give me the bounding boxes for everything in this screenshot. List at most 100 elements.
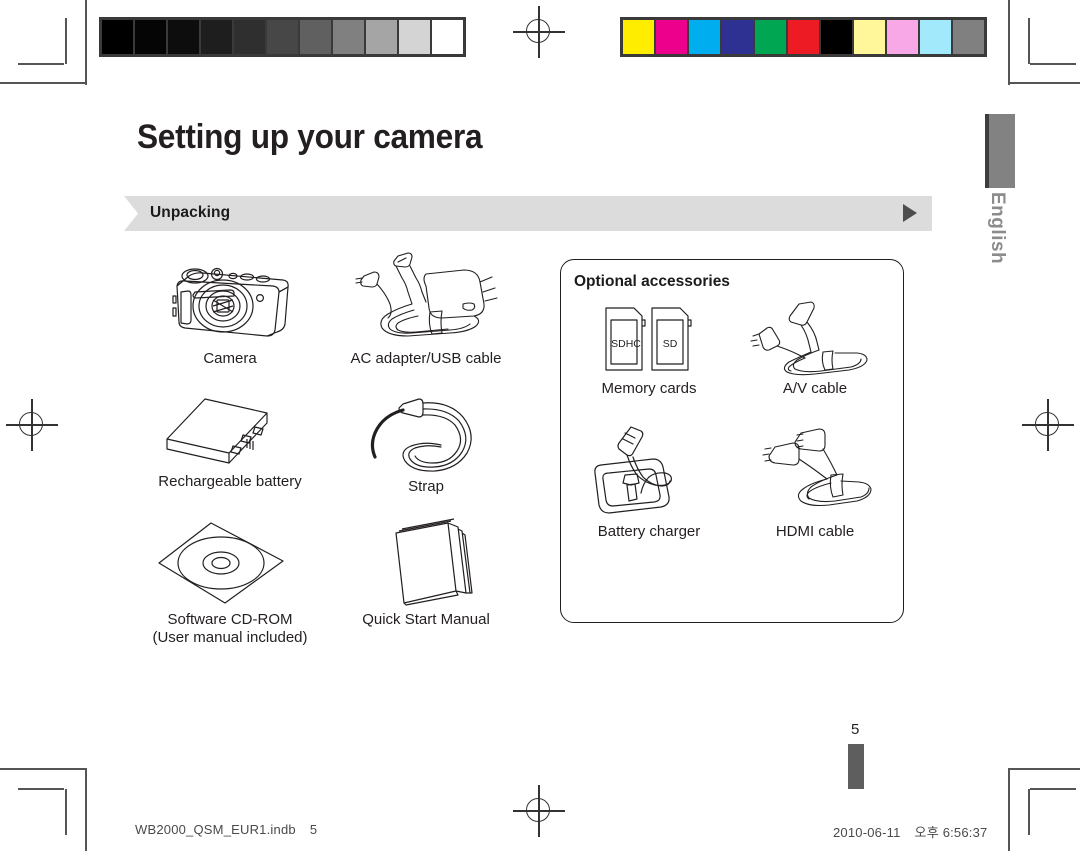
grayscale-swatch — [432, 20, 463, 54]
optional-item-label: Memory cards — [601, 380, 697, 397]
item-label: Strap — [408, 477, 444, 495]
grayscale-swatch — [102, 20, 133, 54]
registration-mark-top-center — [513, 6, 565, 58]
trim-mark-bottom-right-vertical — [1028, 789, 1030, 835]
color-swatch — [755, 20, 786, 54]
optional-row-2: Battery charger HDMI cable — [566, 423, 898, 540]
grayscale-swatch — [300, 20, 331, 54]
manual-icon — [395, 517, 473, 606]
item-quick-start-manual: Quick Start Manual — [328, 517, 524, 649]
footer-filename-text: WB2000_QSM_EUR1.indb — [135, 822, 296, 837]
optional-item-av-cable: A/V cable — [732, 300, 898, 397]
camera-icon — [172, 267, 289, 337]
footer-date: 2010-06-11 — [833, 825, 901, 840]
trim-mark-top-left-vertical — [65, 18, 67, 64]
crop-mark-top-right-vertical — [1008, 0, 1010, 85]
av-cable-icon — [750, 301, 868, 376]
item-label-line2: (User manual included) — [152, 629, 308, 647]
items-row-3: Software CD-ROM (User manual included) Q… — [132, 517, 532, 649]
language-label: English — [987, 192, 1008, 265]
registration-mark-right-center — [1022, 399, 1074, 451]
color-swatch — [722, 20, 753, 54]
grayscale-swatch — [267, 20, 298, 54]
grayscale-swatch — [135, 20, 166, 54]
item-rechargeable-battery: Rechargeable battery — [132, 391, 328, 497]
item-software-cdrom: Software CD-ROM (User manual included) — [132, 517, 328, 649]
hdmi-cable-icon — [762, 428, 872, 507]
page-title: Setting up your camera — [137, 118, 483, 156]
items-row-1: Camera AC adapter/USB cable — [132, 248, 532, 369]
footer-meridiem: 오후 — [914, 825, 939, 840]
color-swatch — [920, 20, 951, 54]
grayscale-swatch — [399, 20, 430, 54]
optional-item-label: Battery charger — [597, 523, 701, 540]
item-label: Software CD-ROM (User manual included) — [152, 611, 307, 649]
memory-cards-icon: SDHC SD — [605, 307, 692, 371]
color-swatch — [689, 20, 720, 54]
grayscale-calibration-strip — [99, 17, 466, 57]
cd-rom-icon — [158, 521, 284, 604]
registration-mark-left-center — [6, 399, 58, 451]
strap-icon — [370, 398, 472, 472]
optional-accessories-grid: SDHC SD Memory cards A/V cable Battery c… — [566, 300, 898, 540]
crop-mark-top-left-vertical — [85, 0, 87, 85]
crop-mark-bottom-right-vertical — [1008, 768, 1010, 851]
language-tab-block — [985, 114, 1015, 188]
language-tab-edge — [985, 114, 989, 188]
footer-time: 6:56:37 — [942, 825, 988, 840]
memory-card-sdhc-label: SDHC — [611, 338, 641, 350]
battery-icon — [166, 398, 268, 464]
color-swatch — [953, 20, 984, 54]
grayscale-swatch — [201, 20, 232, 54]
section-banner — [124, 196, 932, 231]
trim-mark-bottom-left-vertical — [65, 789, 67, 835]
grayscale-swatch — [366, 20, 397, 54]
optional-item-battery-charger: Battery charger — [566, 423, 732, 540]
ac-adapter-usb-cable-icon — [355, 252, 498, 337]
crop-mark-bottom-right-horizontal — [1008, 768, 1080, 770]
page-number-bar — [848, 744, 864, 789]
crop-mark-top-right-horizontal — [1008, 82, 1080, 84]
grayscale-swatch — [333, 20, 364, 54]
item-label: Rechargeable battery — [158, 472, 302, 490]
included-items-grid: Camera AC adapter/USB cable Rechargeable… — [132, 248, 532, 648]
trim-mark-top-left-horizontal — [18, 63, 64, 65]
item-label: Quick Start Manual — [362, 610, 490, 628]
color-swatch — [788, 20, 819, 54]
crop-mark-bottom-left-horizontal — [0, 768, 85, 770]
trim-mark-top-right-vertical — [1028, 18, 1030, 64]
color-swatch — [821, 20, 852, 54]
item-label-line1: Software CD-ROM — [167, 610, 293, 628]
color-swatch — [887, 20, 918, 54]
memory-card-sd-label: SD — [663, 338, 678, 350]
section-label: Unpacking — [150, 204, 231, 221]
footer-filename: WB2000_QSM_EUR1.indb 5 — [135, 822, 317, 837]
trim-mark-top-right-horizontal — [1030, 63, 1076, 65]
optional-accessories-title: Optional accessories — [574, 273, 730, 290]
color-swatch — [623, 20, 654, 54]
item-label: Camera — [203, 350, 257, 367]
color-swatch — [854, 20, 885, 54]
optional-item-memory-cards: SDHC SD Memory cards — [566, 300, 732, 397]
item-ac-adapter: AC adapter/USB cable — [328, 248, 524, 369]
optional-row-1: SDHC SD Memory cards A/V cable — [566, 300, 898, 397]
manual-page: English Setting up your camera Unpacking — [0, 0, 1080, 851]
optional-item-hdmi-cable: HDMI cable — [732, 423, 898, 540]
battery-charger-icon — [594, 426, 672, 514]
footer-file-page: 5 — [309, 822, 318, 837]
arrow-right-icon — [903, 204, 917, 222]
optional-item-label: A/V cable — [782, 380, 848, 397]
crop-mark-top-left-horizontal — [0, 82, 85, 84]
color-calibration-strip — [620, 17, 987, 57]
crop-mark-bottom-left-vertical — [85, 768, 87, 851]
item-label: AC adapter/USB cable — [350, 350, 502, 367]
item-strap: Strap — [328, 391, 524, 497]
grayscale-swatch — [234, 20, 265, 54]
grayscale-swatch — [168, 20, 199, 54]
optional-item-label: HDMI cable — [775, 523, 855, 540]
registration-mark-bottom-center — [513, 785, 565, 837]
item-camera: Camera — [132, 248, 328, 369]
trim-mark-bottom-left-horizontal — [18, 788, 64, 790]
items-row-2: Rechargeable battery Strap — [132, 391, 532, 497]
page-number: 5 — [851, 721, 860, 738]
